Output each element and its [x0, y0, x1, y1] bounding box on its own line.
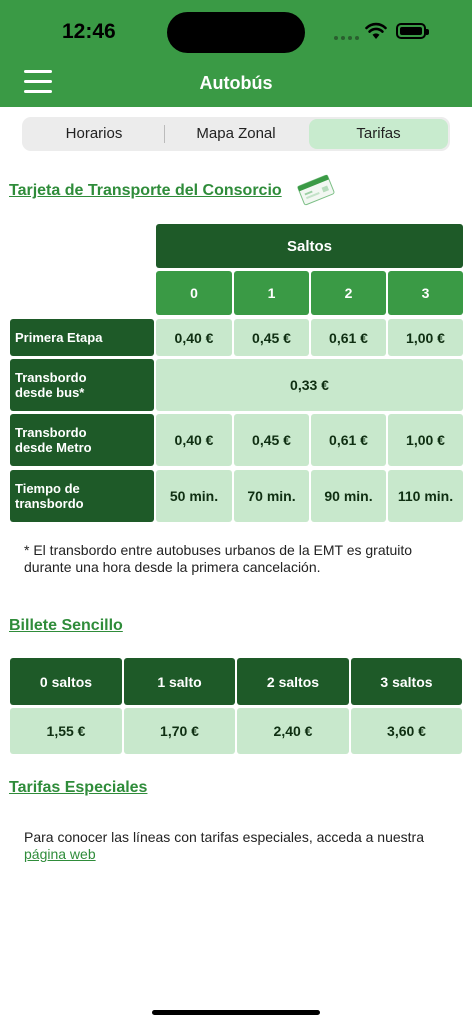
- billete-price: 1,55 €: [10, 708, 122, 754]
- especiales-text: Para conocer las líneas con tarifas espe…: [24, 829, 425, 845]
- tab-mapa-zonal[interactable]: Mapa Zonal: [165, 119, 307, 149]
- table-cell: 0,61 €: [311, 414, 386, 466]
- tarifas-especiales-heading-link[interactable]: Tarifas Especiales: [9, 779, 147, 797]
- table-cell: 0,40 €: [156, 319, 232, 356]
- tab-horarios[interactable]: Horarios: [24, 119, 164, 149]
- table-cell: 1,00 €: [388, 414, 463, 466]
- salto-col-1: 1: [234, 271, 309, 315]
- billete-header: 3 saltos: [351, 658, 462, 705]
- tab-segmented-control: Horarios Mapa Zonal Tarifas: [22, 117, 450, 151]
- table-cell: 50 min.: [156, 470, 232, 522]
- dynamic-island: [167, 12, 305, 53]
- billete-sencillo-heading-link[interactable]: Billete Sencillo: [9, 617, 123, 635]
- cellular-signal-icon: [334, 36, 359, 40]
- table-cell: 0,45 €: [234, 414, 309, 466]
- battery-icon: [396, 23, 429, 39]
- billete-header: 1 salto: [124, 658, 235, 705]
- table-cell: 0,40 €: [156, 414, 232, 466]
- table-cell-merged: 0,33 €: [156, 359, 463, 411]
- page-title: Autobús: [199, 73, 273, 93]
- row-label-transbordo-metro: Transbordo desde Metro: [10, 414, 154, 466]
- table-cell: 1,00 €: [388, 319, 463, 356]
- billete-header: 2 saltos: [237, 658, 349, 705]
- billete-price: 3,60 €: [351, 708, 462, 754]
- status-time: 12:46: [62, 20, 116, 43]
- salto-col-3: 3: [388, 271, 463, 315]
- transbordo-note: * El transbordo entre autobuses urbanos …: [24, 542, 413, 575]
- row-label-tiempo-transbordo: Tiempo de transbordo: [10, 470, 154, 522]
- salto-col-0: 0: [156, 271, 232, 315]
- nav-header: 12:46 Autobús: [0, 0, 472, 107]
- table-cell: 70 min.: [234, 470, 309, 522]
- salto-col-2: 2: [311, 271, 386, 315]
- row-label-transbordo-bus: Transbordo desde bus*: [10, 359, 154, 411]
- consorcio-heading-link[interactable]: Tarjeta de Transporte del Consorcio: [9, 182, 282, 200]
- wifi-icon: [365, 22, 387, 39]
- pagina-web-link[interactable]: página web: [24, 846, 96, 862]
- transport-card-icon: [297, 174, 335, 206]
- billete-price: 1,70 €: [124, 708, 235, 754]
- billete-price: 2,40 €: [237, 708, 349, 754]
- table-cell: 110 min.: [388, 470, 463, 522]
- table-cell: 0,45 €: [234, 319, 309, 356]
- billete-header: 0 saltos: [10, 658, 122, 705]
- saltos-header: Saltos: [156, 224, 463, 268]
- tab-tarifas[interactable]: Tarifas: [309, 119, 448, 149]
- row-label-primera-etapa: Primera Etapa: [10, 319, 154, 356]
- especiales-info: Para conocer las líneas con tarifas espe…: [24, 829, 464, 863]
- home-indicator[interactable]: [152, 1010, 320, 1015]
- table-cell: 0,61 €: [311, 319, 386, 356]
- table-cell: 90 min.: [311, 470, 386, 522]
